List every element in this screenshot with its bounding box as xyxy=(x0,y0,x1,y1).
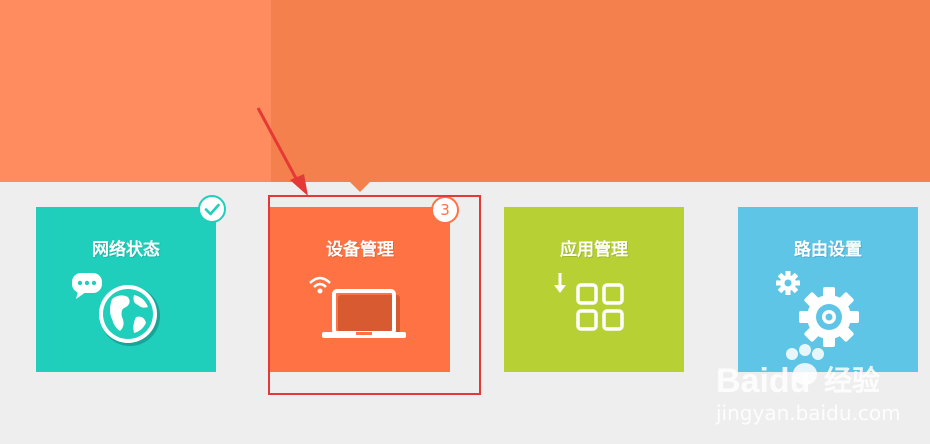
header-banner-left-panel xyxy=(0,0,271,182)
tile-app-management-label: 应用管理 xyxy=(560,240,628,260)
tile-device-management[interactable]: 设备管理 xyxy=(270,207,450,372)
tile-network-status-label: 网络状态 xyxy=(92,240,160,260)
device-count-badge: 3 xyxy=(431,196,459,224)
gears-icon xyxy=(776,271,859,347)
watermark-cn: 经验 xyxy=(824,364,880,397)
watermark-brand: Baidu xyxy=(716,362,810,400)
laptop-wifi-icon xyxy=(309,276,406,338)
baidu-jingyan-watermark: Baidu 经验 jingyan.baidu.com xyxy=(715,344,901,425)
selected-tab-pointer xyxy=(350,182,370,192)
watermark-url: jingyan.baidu.com xyxy=(715,401,901,425)
annotation-arrow-icon xyxy=(256,107,308,196)
tile-network-status[interactable]: 网络状态 xyxy=(36,207,216,372)
globe-icon xyxy=(72,273,160,346)
connected-check-icon xyxy=(198,195,226,223)
tile-app-management[interactable]: 应用管理 xyxy=(504,207,684,372)
tile-router-settings-label: 路由设置 xyxy=(794,240,862,260)
apps-grid-icon xyxy=(554,273,624,331)
tile-device-management-label: 设备管理 xyxy=(326,240,394,260)
